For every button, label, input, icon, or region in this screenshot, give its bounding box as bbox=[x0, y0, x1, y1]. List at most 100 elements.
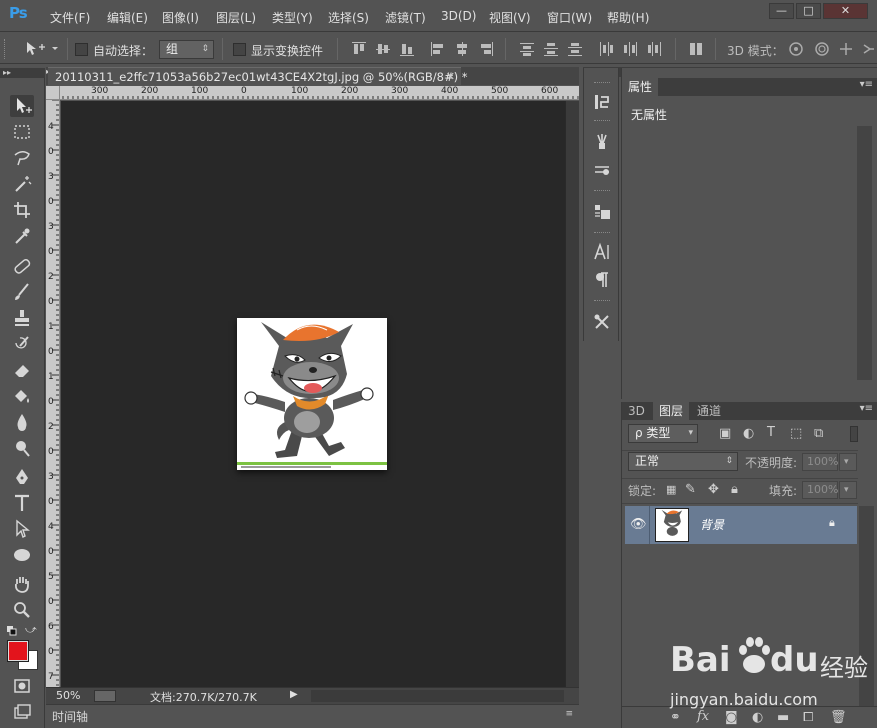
tool-presets-icon[interactable] bbox=[592, 312, 612, 332]
ellipse-tool[interactable] bbox=[10, 544, 34, 566]
hand-tool[interactable] bbox=[10, 573, 34, 595]
minimize-button[interactable]: — bbox=[769, 3, 794, 19]
type-tool[interactable] bbox=[10, 492, 34, 514]
tab-layers[interactable]: 图层 bbox=[653, 402, 690, 420]
move-tool[interactable] bbox=[10, 95, 34, 117]
status-info-icon[interactable] bbox=[94, 690, 116, 702]
crop-tool[interactable] bbox=[10, 199, 34, 221]
menu-type[interactable]: 类型(Y) bbox=[272, 9, 313, 26]
vertical-ruler[interactable]: 4 0 3 0 3 0 2 0 1 0 1 0 2 0 3 0 4 0 5 0 6 0 7 bbox=[46, 100, 60, 687]
healing-brush-tool[interactable] bbox=[10, 255, 34, 277]
status-menu-arrow-icon[interactable]: ▶ bbox=[290, 689, 298, 700]
tab-3d[interactable]: 3D bbox=[622, 402, 651, 420]
auto-align-icon[interactable] bbox=[689, 42, 703, 56]
eye-icon[interactable]: 👁︎ bbox=[630, 517, 647, 532]
foreground-color-swatch[interactable] bbox=[8, 641, 28, 661]
magic-wand-tool[interactable] bbox=[10, 173, 34, 195]
menu-file[interactable]: 文件(F) bbox=[50, 9, 90, 26]
distribute-left-icon[interactable] bbox=[599, 42, 613, 56]
horizontal-ruler[interactable]: 300 200 100 0 100 200 300 400 500 600 bbox=[60, 86, 579, 100]
tab-channels[interactable]: 通道 bbox=[691, 402, 727, 420]
layer-name[interactable]: 背景 bbox=[700, 516, 724, 533]
dodge-tool[interactable] bbox=[10, 437, 34, 459]
filter-pixel-icon[interactable]: ▣ bbox=[719, 426, 731, 441]
align-right-icon[interactable] bbox=[479, 42, 493, 56]
history-panel-icon[interactable] bbox=[592, 92, 612, 112]
pen-tool[interactable] bbox=[10, 466, 34, 488]
paragraph-panel-icon[interactable] bbox=[592, 270, 612, 290]
distribute-vcenter-icon[interactable] bbox=[544, 42, 558, 56]
toolbar-collapse-icon[interactable]: ▸▸ bbox=[0, 68, 45, 78]
align-vcenter-icon[interactable] bbox=[376, 42, 390, 56]
document-image[interactable] bbox=[237, 318, 387, 470]
align-bottom-icon[interactable] bbox=[400, 42, 414, 56]
auto-select-checkbox[interactable] bbox=[75, 43, 88, 56]
menu-3d[interactable]: 3D(D) bbox=[441, 9, 476, 23]
timeline-menu-icon[interactable]: ≡ bbox=[565, 709, 573, 719]
menu-image[interactable]: 图像(I) bbox=[162, 9, 199, 26]
distribute-right-icon[interactable] bbox=[647, 42, 661, 56]
document-tab[interactable]: 20110311_e2ffc71053a56b27ec01wt43CE4X2tg… bbox=[48, 67, 468, 86]
history-brush-tool[interactable] bbox=[10, 333, 34, 355]
3d-mode-icons[interactable] bbox=[788, 41, 876, 57]
menu-view[interactable]: 视图(V) bbox=[489, 9, 531, 26]
quick-mask-icon[interactable] bbox=[10, 675, 34, 697]
eyedropper-tool[interactable] bbox=[10, 225, 34, 247]
menu-window[interactable]: 窗口(W) bbox=[547, 9, 592, 26]
lock-pixels-icon[interactable]: ✎ bbox=[685, 482, 696, 497]
fill-dropdown-icon[interactable]: ▾ bbox=[839, 481, 857, 499]
default-colors-icon[interactable] bbox=[7, 625, 17, 636]
filter-toggle-switch[interactable] bbox=[850, 426, 858, 442]
maximize-button[interactable]: □ bbox=[796, 3, 821, 19]
blur-tool[interactable] bbox=[10, 411, 34, 433]
distribute-hcenter-icon[interactable] bbox=[623, 42, 637, 56]
path-selection-tool[interactable] bbox=[10, 518, 34, 540]
filter-adjustment-icon[interactable]: ◐ bbox=[743, 426, 754, 441]
layers-panel-menu-icon[interactable]: ▾≡ bbox=[860, 403, 873, 414]
zoom-tool[interactable] bbox=[10, 599, 34, 621]
clone-stamp-tool[interactable] bbox=[10, 307, 34, 329]
panel-menu-icon[interactable]: ▾≡ bbox=[860, 79, 873, 90]
menu-filter[interactable]: 滤镜(T) bbox=[385, 9, 426, 26]
lock-position-icon[interactable]: ✥ bbox=[708, 482, 719, 497]
move-tool-preset-icon[interactable] bbox=[24, 41, 60, 57]
distribute-bottom-icon[interactable] bbox=[568, 42, 582, 56]
align-hcenter-icon[interactable] bbox=[455, 42, 469, 56]
align-top-icon[interactable] bbox=[352, 42, 366, 56]
filter-type-icon[interactable]: T bbox=[767, 425, 775, 440]
brush-tool[interactable] bbox=[10, 281, 34, 303]
swap-colors-icon[interactable]: ⤻ bbox=[25, 623, 37, 637]
lock-all-icon[interactable]: 🔒︎ bbox=[731, 482, 738, 497]
tab-properties[interactable]: 属性 bbox=[622, 78, 659, 96]
align-left-icon[interactable] bbox=[431, 42, 445, 56]
brush-presets-icon[interactable] bbox=[592, 132, 612, 152]
opacity-input[interactable]: 100% bbox=[802, 453, 838, 471]
close-tab-icon[interactable]: ✕ bbox=[446, 68, 455, 86]
fill-input[interactable]: 100% bbox=[802, 481, 838, 499]
auto-select-dropdown[interactable]: 组 ⇕ bbox=[159, 40, 214, 59]
lasso-tool[interactable] bbox=[10, 147, 34, 169]
menu-select[interactable]: 选择(S) bbox=[328, 9, 369, 26]
brush-panel-icon[interactable] bbox=[592, 160, 612, 180]
clone-source-icon[interactable] bbox=[592, 202, 612, 222]
layer-filter-dropdown[interactable]: ρ 类型 ▾ bbox=[628, 424, 698, 443]
layer-item-background[interactable]: 👁︎ 背景 🔒︎ bbox=[625, 506, 857, 544]
timeline-label[interactable]: 时间轴 bbox=[52, 708, 88, 725]
lock-transparent-icon[interactable]: ▦ bbox=[666, 483, 676, 496]
paint-bucket-tool[interactable] bbox=[10, 385, 34, 407]
screen-mode-icon[interactable] bbox=[10, 701, 34, 723]
show-transform-checkbox[interactable] bbox=[233, 43, 246, 56]
ruler-origin[interactable] bbox=[46, 86, 60, 100]
distribute-top-icon[interactable] bbox=[520, 42, 534, 56]
character-panel-icon[interactable] bbox=[592, 242, 612, 262]
menu-help[interactable]: 帮助(H) bbox=[607, 9, 649, 26]
marquee-tool[interactable] bbox=[10, 121, 34, 143]
filter-smart-object-icon[interactable]: ⧉ bbox=[814, 426, 823, 441]
zoom-level[interactable]: 50% bbox=[56, 689, 80, 702]
properties-scrollbar[interactable] bbox=[857, 126, 872, 380]
blend-mode-dropdown[interactable]: 正常 ⇕ bbox=[628, 452, 738, 471]
eraser-tool[interactable] bbox=[10, 359, 34, 381]
menu-layer[interactable]: 图层(L) bbox=[216, 9, 256, 26]
close-button[interactable]: ✕ bbox=[823, 3, 868, 19]
menu-edit[interactable]: 编辑(E) bbox=[107, 9, 148, 26]
